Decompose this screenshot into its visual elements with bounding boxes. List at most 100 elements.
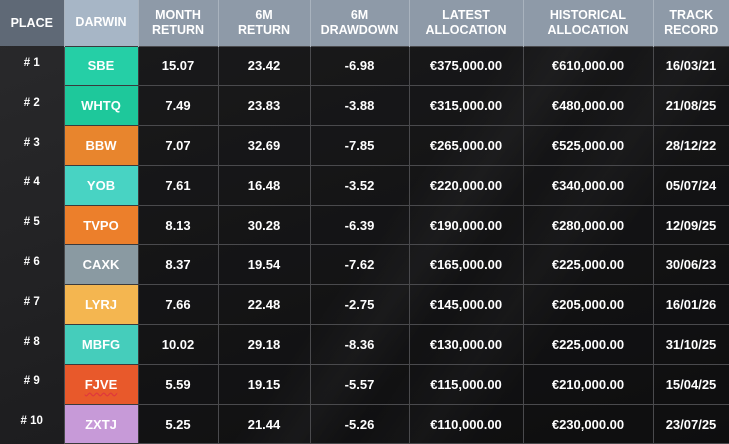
darwin-badge[interactable]: SBE	[64, 46, 138, 86]
six-m-return-cell: 19.15	[217, 363, 311, 405]
table-row: # 10 ZXTJ 5.25 21.44 -5.26 €110,000.00 €230,00…	[0, 403, 729, 444]
month-return-cell: 7.66	[137, 284, 219, 326]
table-row: # 3 BBW 7.07 32.69 -7.85 €265,000.00 €525,000.…	[0, 125, 729, 166]
six-m-drawdown-cell: -5.57	[309, 363, 410, 405]
darwin-cell: CAXK	[63, 244, 139, 286]
latest-allocation-cell: €130,000.00	[408, 324, 524, 365]
historical-allocation-cell: €230,000.00	[522, 403, 654, 444]
header-row: PLACE DARWIN MONTH RETURN 6M RETURN 6M DRAW…	[0, 0, 729, 46]
header-darwin: DARWIN	[63, 0, 138, 46]
month-return-cell: 10.02	[137, 324, 219, 365]
darwin-badge[interactable]: ZXTJ	[64, 404, 138, 444]
month-return-cell: 7.07	[137, 125, 219, 166]
darwin-label: BBW	[85, 137, 117, 153]
six-m-drawdown-cell: -6.98	[309, 45, 410, 87]
darwin-label: MBFG	[81, 336, 121, 352]
place-cell: # 4	[0, 165, 65, 206]
latest-allocation-cell: €115,000.00	[408, 363, 524, 405]
darwin-cell: LYRJ	[63, 284, 139, 326]
month-return-cell: 15.07	[137, 45, 219, 87]
place-cell: # 2	[0, 85, 65, 126]
place-cell: # 1	[0, 46, 65, 86]
table-row: # 1 SBE 15.07 23.42 -6.98 €375,000.00 €610,000…	[0, 45, 729, 87]
place-cell: # 6	[0, 244, 65, 285]
month-return-cell: 5.25	[137, 403, 219, 444]
track-record-cell: 31/10/25	[652, 324, 729, 365]
table-row: # 5 TVPO 8.13 30.28 -6.39 €190,000.00 €280,000…	[0, 204, 729, 246]
six-m-drawdown-cell: -7.62	[309, 244, 410, 286]
six-m-drawdown-cell: -5.26	[309, 403, 410, 444]
table-row: # 7 LYRJ 7.66 22.48 -2.75 €145,000.00 €205,000…	[0, 284, 729, 326]
track-record-cell: 30/06/23	[652, 244, 729, 286]
month-return-cell: 7.49	[137, 85, 219, 127]
darwin-badge[interactable]: WHTQ	[64, 86, 138, 126]
darwin-label: LYRJ	[84, 297, 118, 313]
darwin-badge[interactable]: MBFG	[64, 325, 138, 364]
header-month-return: MONTH RETURN	[137, 0, 218, 46]
darwin-cell: TVPO	[63, 204, 139, 246]
historical-allocation-cell: €480,000.00	[522, 85, 654, 127]
place-cell: # 8	[0, 324, 65, 365]
darwin-label: ZXTJ	[85, 416, 117, 432]
place-cell: # 3	[0, 125, 65, 166]
header-historical-allocation: HISTORICAL ALLOCATION	[522, 0, 653, 46]
darwin-cell: BBW	[63, 125, 139, 166]
historical-allocation-cell: €225,000.00	[522, 324, 654, 365]
header-track-record: TRACK RECORD	[652, 0, 729, 46]
darwin-badge[interactable]: CAXK	[64, 245, 138, 285]
six-m-drawdown-cell: -7.85	[309, 125, 410, 166]
darwin-label: TVPO	[83, 217, 119, 233]
ranking-table: PLACE DARWIN MONTH RETURN 6M RETURN 6M DRAW…	[0, 0, 729, 444]
place-cell: # 5	[0, 205, 65, 245]
month-return-cell: 8.37	[137, 244, 219, 286]
month-return-cell: 7.61	[137, 164, 219, 206]
darwin-badge[interactable]: FJVE	[64, 364, 138, 404]
six-m-return-cell: 22.48	[217, 284, 311, 326]
darwin-cell: WHTQ	[63, 85, 139, 127]
darwin-badge[interactable]: BBW	[64, 126, 138, 165]
track-record-cell: 23/07/25	[652, 403, 729, 444]
darwin-badge[interactable]: TVPO	[64, 205, 138, 245]
place-cell: # 10	[0, 404, 65, 444]
six-m-return-cell: 30.28	[217, 204, 311, 246]
header-6m-return: 6M RETURN	[217, 0, 310, 46]
darwin-label: FJVE	[84, 376, 118, 392]
track-record-cell: 05/07/24	[652, 164, 729, 206]
historical-allocation-cell: €610,000.00	[522, 45, 654, 87]
latest-allocation-cell: €375,000.00	[408, 45, 524, 87]
historical-allocation-cell: €340,000.00	[522, 164, 654, 206]
track-record-cell: 16/03/21	[652, 45, 729, 87]
table-row: # 2 WHTQ 7.49 23.83 -3.88 €315,000.00 €480,000…	[0, 85, 729, 127]
six-m-drawdown-cell: -3.52	[309, 164, 410, 206]
latest-allocation-cell: €165,000.00	[408, 244, 524, 286]
darwin-badge[interactable]: YOB	[64, 165, 138, 205]
six-m-return-cell: 19.54	[217, 244, 311, 286]
latest-allocation-cell: €315,000.00	[408, 85, 524, 127]
place-cell: # 7	[0, 284, 65, 325]
latest-allocation-cell: €190,000.00	[408, 204, 524, 246]
latest-allocation-cell: €265,000.00	[408, 125, 524, 166]
place-cell: # 9	[0, 364, 65, 405]
historical-allocation-cell: €525,000.00	[522, 125, 654, 166]
darwin-label: CAXK	[82, 257, 120, 273]
six-m-return-cell: 23.42	[217, 45, 311, 87]
six-m-drawdown-cell: -2.75	[309, 284, 410, 326]
darwin-badge[interactable]: LYRJ	[64, 285, 138, 325]
month-return-cell: 5.59	[137, 363, 219, 405]
darwin-label: WHTQ	[81, 98, 121, 114]
track-record-cell: 12/09/25	[652, 204, 729, 246]
six-m-drawdown-cell: -3.88	[309, 85, 410, 127]
latest-allocation-cell: €110,000.00	[408, 403, 524, 444]
darwin-label: YOB	[86, 177, 116, 193]
header-latest-allocation: LATEST ALLOCATION	[408, 0, 523, 46]
darwin-cell: ZXTJ	[63, 403, 139, 444]
track-record-cell: 21/08/25	[652, 85, 729, 127]
header-6m-drawdown: 6M DRAWDOWN	[309, 0, 409, 46]
track-record-cell: 28/12/22	[652, 125, 729, 166]
darwin-cell: YOB	[63, 164, 139, 206]
six-m-return-cell: 32.69	[217, 125, 311, 166]
table-row: # 8 MBFG 10.02 29.18 -8.36 €130,000.00 €225,00…	[0, 324, 729, 365]
latest-allocation-cell: €145,000.00	[408, 284, 524, 326]
track-record-cell: 16/01/26	[652, 284, 729, 326]
historical-allocation-cell: €205,000.00	[522, 284, 654, 326]
